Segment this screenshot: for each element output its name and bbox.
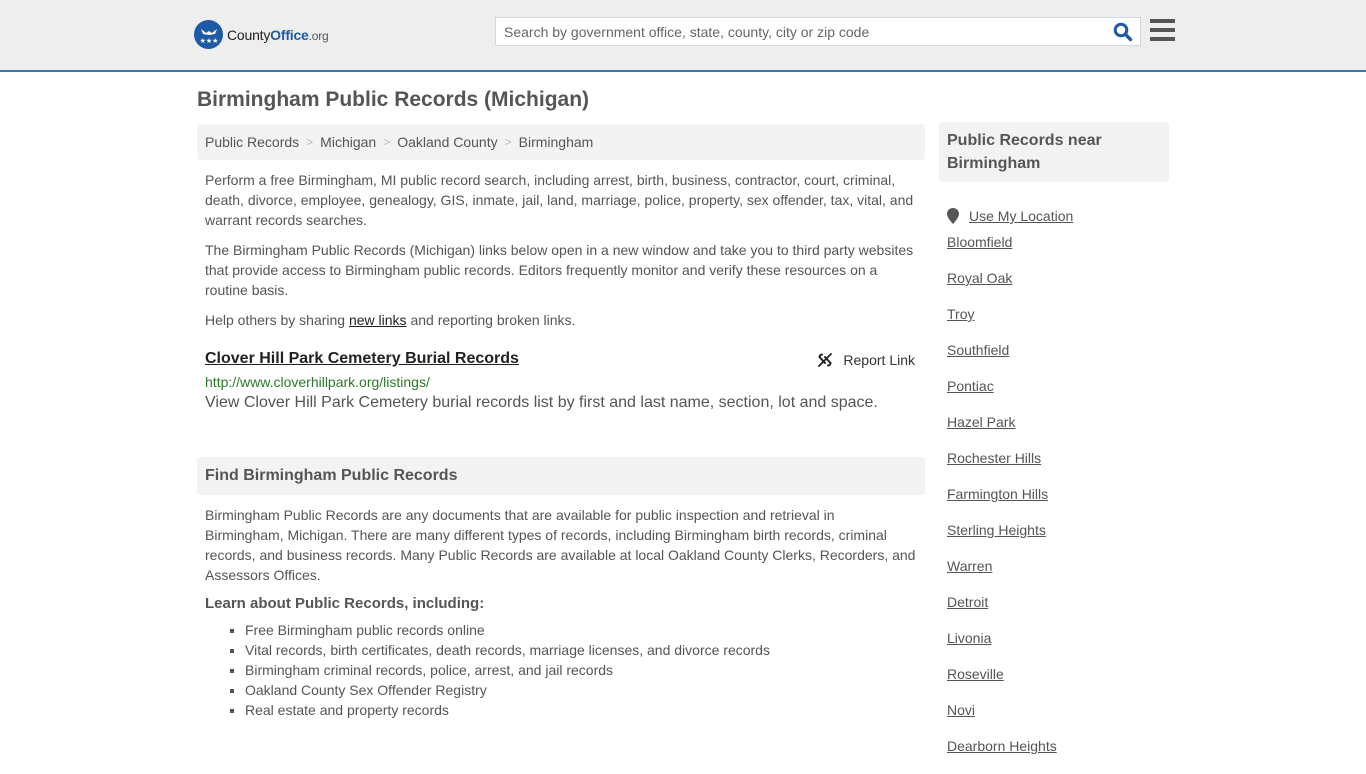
list-item: Vital records, birth certificates, death… (245, 640, 925, 660)
result-description: View Clover Hill Park Cemetery burial re… (205, 394, 878, 411)
breadcrumb-birmingham[interactable]: Birmingham (519, 134, 594, 150)
site-logo[interactable]: ★★★ CountyOffice.org (194, 20, 329, 49)
use-my-location-link[interactable]: Use My Location (969, 208, 1073, 224)
map-pin-icon (947, 208, 959, 224)
breadcrumb-oakland-county[interactable]: Oakland County (397, 134, 497, 150)
record-result: Clover Hill Park Cemetery Burial Records… (197, 350, 925, 412)
breadcrumb-separator: > (504, 135, 512, 149)
svg-text:★★★: ★★★ (199, 37, 218, 45)
sidebar-city-item: Hazel Park (947, 414, 1169, 450)
learn-list: Free Birmingham public records online Vi… (197, 620, 925, 720)
share-links-paragraph: Help others by sharing new links and rep… (205, 312, 576, 328)
sidebar-city-item: Rochester Hills (947, 450, 1169, 486)
city-link-roseville[interactable]: Roseville (947, 666, 1004, 682)
search-input[interactable] (496, 18, 1106, 45)
search-bar (495, 17, 1141, 46)
sidebar-city-item: Novi (947, 702, 1169, 738)
learn-heading: Learn about Public Records, including: (205, 595, 485, 612)
breadcrumb: Public Records > Michigan > Oakland Coun… (197, 124, 925, 160)
find-records-heading: Find Birmingham Public Records (197, 457, 925, 495)
sidebar-city-item: Detroit (947, 594, 1169, 630)
city-link-livonia[interactable]: Livonia (947, 630, 991, 646)
sidebar-city-item: Sterling Heights (947, 522, 1169, 558)
city-link-southfield[interactable]: Southfield (947, 342, 1009, 358)
sidebar-city-item: Roseville (947, 666, 1169, 702)
city-link-pontiac[interactable]: Pontiac (947, 378, 994, 394)
sidebar-city-item: Dearborn Heights (947, 738, 1169, 774)
search-button[interactable] (1106, 18, 1140, 45)
hamburger-menu-icon[interactable] (1150, 19, 1175, 41)
city-link-dearborn-heights[interactable]: Dearborn Heights (947, 738, 1057, 754)
page-title: Birmingham Public Records (Michigan) (197, 88, 590, 111)
sidebar-city-item: Troy (947, 306, 1169, 342)
logo-text: CountyOffice.org (227, 26, 329, 43)
sidebar-city-item: Southfield (947, 342, 1169, 378)
list-item: Birmingham criminal records, police, arr… (245, 660, 925, 680)
intro-paragraph: Perform a free Birmingham, MI public rec… (205, 172, 914, 228)
result-url-link[interactable]: http://www.cloverhillpark.org/listings/ (205, 374, 917, 390)
city-link-novi[interactable]: Novi (947, 702, 975, 718)
find-records-paragraph: Birmingham Public Records are any docume… (205, 507, 916, 583)
broken-link-icon (818, 353, 833, 367)
main-content: Public Records > Michigan > Oakland Coun… (197, 124, 925, 720)
sidebar-city-item: Warren (947, 558, 1169, 594)
sidebar-city-item: Pontiac (947, 378, 1169, 414)
new-links-link[interactable]: new links (349, 312, 407, 328)
city-link-sterling-heights[interactable]: Sterling Heights (947, 522, 1046, 538)
site-header: ★★★ CountyOffice.org (0, 0, 1366, 72)
result-title-link[interactable]: Clover Hill Park Cemetery Burial Records (205, 350, 519, 368)
sidebar-city-item: Bloomfield (947, 234, 1169, 270)
breadcrumb-public-records[interactable]: Public Records (205, 134, 299, 150)
city-link-farmington-hills[interactable]: Farmington Hills (947, 486, 1048, 502)
sidebar: Public Records near Birmingham Use My Lo… (939, 122, 1169, 774)
city-link-warren[interactable]: Warren (947, 558, 992, 574)
sidebar-city-item: Royal Oak (947, 270, 1169, 306)
breadcrumb-separator: > (306, 135, 314, 149)
use-my-location: Use My Location (947, 198, 1169, 234)
disclaimer-paragraph: The Birmingham Public Records (Michigan)… (205, 242, 914, 298)
report-link-button[interactable]: Report Link (817, 352, 915, 368)
sidebar-city-item: Livonia (947, 630, 1169, 666)
city-link-hazel-park[interactable]: Hazel Park (947, 414, 1015, 430)
city-link-detroit[interactable]: Detroit (947, 594, 988, 610)
city-link-rochester-hills[interactable]: Rochester Hills (947, 450, 1041, 466)
city-link-troy[interactable]: Troy (947, 306, 974, 322)
list-item: Oakland County Sex Offender Registry (245, 680, 925, 700)
eagle-stars-badge-icon: ★★★ (194, 20, 223, 49)
breadcrumb-michigan[interactable]: Michigan (320, 134, 376, 150)
list-item: Free Birmingham public records online (245, 620, 925, 640)
list-item: Real estate and property records (245, 700, 925, 720)
sidebar-heading: Public Records near Birmingham (939, 122, 1169, 182)
sidebar-city-item: Farmington Hills (947, 486, 1169, 522)
city-link-royal-oak[interactable]: Royal Oak (947, 270, 1012, 286)
city-link-bloomfield[interactable]: Bloomfield (947, 234, 1012, 250)
nearby-cities-list: Use My Location Bloomfield Royal Oak Tro… (939, 198, 1169, 774)
breadcrumb-separator: > (383, 135, 391, 149)
search-icon (1113, 22, 1133, 41)
